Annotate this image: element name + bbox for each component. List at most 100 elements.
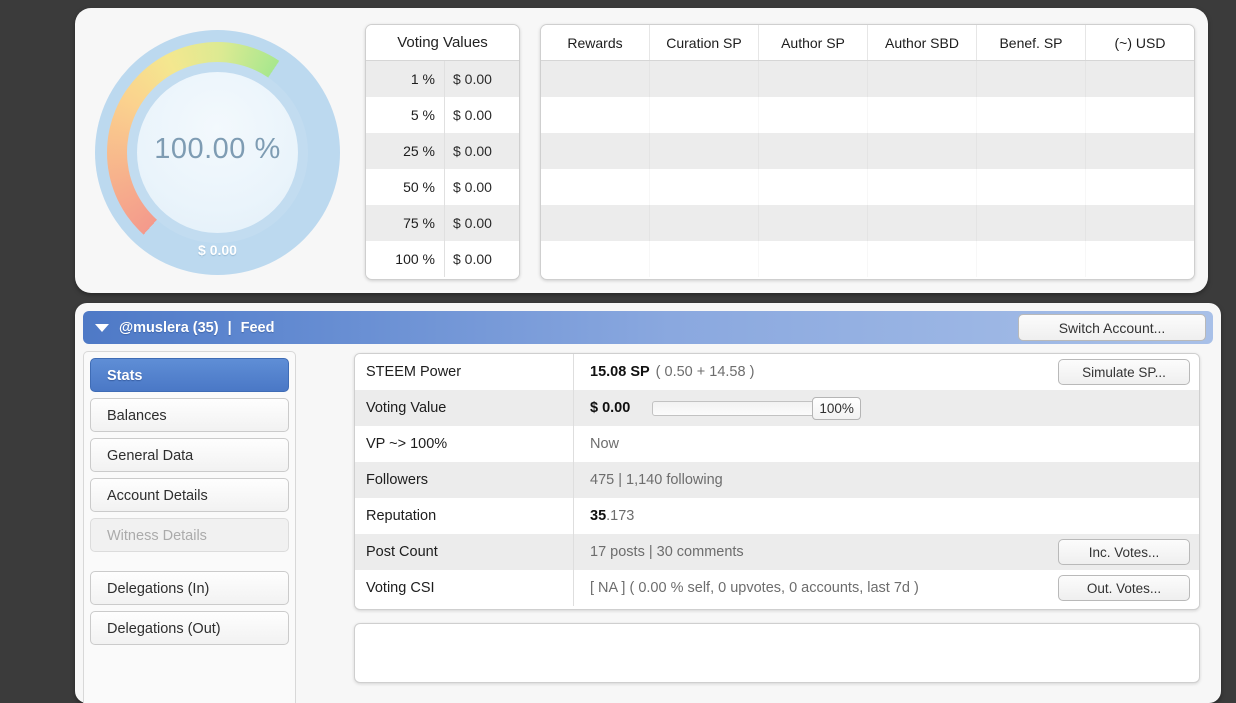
rewards-cell bbox=[867, 205, 976, 241]
stats-value-primary: 35 bbox=[590, 508, 607, 524]
rewards-cell bbox=[758, 97, 867, 133]
rewards-table: Rewards Curation SP Author SP Author SBD Ben… bbox=[540, 24, 1195, 280]
rewards-column-header[interactable]: Rewards bbox=[541, 25, 649, 60]
rewards-cell bbox=[649, 169, 758, 205]
rewards-cell bbox=[976, 241, 1085, 277]
rewards-cell bbox=[1085, 61, 1194, 97]
sidebar-item-delegations-in[interactable]: Delegations (In) bbox=[90, 571, 289, 605]
voting-values-percent: 75 % bbox=[403, 215, 435, 231]
stats-row: Reputation 35.173 bbox=[355, 498, 1199, 534]
rewards-cell bbox=[649, 97, 758, 133]
voting-values-percent: 100 % bbox=[395, 251, 435, 267]
rewards-cell bbox=[867, 97, 976, 133]
table-row[interactable] bbox=[541, 169, 1194, 205]
rewards-cell bbox=[1085, 133, 1194, 169]
stats-row: VP ~> 100% Now bbox=[355, 426, 1199, 462]
simulate-sp-button[interactable]: Simulate SP... bbox=[1058, 359, 1190, 385]
sidebar-item-stats[interactable]: Stats bbox=[90, 358, 289, 392]
account-sidebar: Stats Balances General Data Account Details… bbox=[83, 351, 296, 703]
rewards-column-header[interactable]: Benef. SP bbox=[976, 25, 1085, 60]
stats-row-value: $ 0.00 100% bbox=[574, 396, 1199, 420]
rewards-column-header[interactable]: Author SBD bbox=[867, 25, 976, 60]
voting-values-row: 100 % $ 0.00 bbox=[366, 241, 519, 277]
sidebar-item-witness-details: Witness Details bbox=[90, 518, 289, 552]
inc-votes-button[interactable]: Inc. Votes... bbox=[1058, 539, 1190, 565]
rewards-cell bbox=[541, 61, 649, 97]
voting-values-percent: 5 % bbox=[410, 107, 435, 123]
stats-table: STEEM Power 15.08 SP ( 0.50 + 14.58 ) Simul… bbox=[354, 353, 1200, 610]
rewards-cell bbox=[541, 97, 649, 133]
summary-panel: 100.00 % $ 0.00 Voting Values 1 % $ 0.00 5… bbox=[75, 8, 1208, 293]
stats-row-label: Voting Value bbox=[355, 390, 574, 426]
table-row[interactable] bbox=[541, 97, 1194, 133]
rewards-cell bbox=[649, 133, 758, 169]
stats-row-label: Voting CSI bbox=[355, 570, 574, 606]
stats-row-label: VP ~> 100% bbox=[355, 426, 574, 462]
stats-row-value: Now bbox=[574, 436, 1199, 452]
rewards-cell bbox=[541, 241, 649, 277]
rewards-table-body bbox=[541, 61, 1194, 277]
voting-values-amount: $ 0.00 bbox=[444, 205, 519, 241]
voting-values-title: Voting Values bbox=[366, 25, 519, 61]
rewards-cell bbox=[1085, 169, 1194, 205]
voting-values-row: 25 % $ 0.00 bbox=[366, 133, 519, 169]
stats-value-primary: $ 0.00 bbox=[590, 400, 631, 416]
rewards-cell bbox=[867, 241, 976, 277]
voting-values-row: 5 % $ 0.00 bbox=[366, 97, 519, 133]
stats-value-secondary: .173 bbox=[606, 508, 635, 524]
rewards-column-header[interactable]: Author SP bbox=[758, 25, 867, 60]
rewards-cell bbox=[541, 205, 649, 241]
stats-row: STEEM Power 15.08 SP ( 0.50 + 14.58 ) Simul… bbox=[355, 354, 1199, 390]
voting-values-percent: 50 % bbox=[403, 179, 435, 195]
voting-values-amount: $ 0.00 bbox=[444, 97, 519, 133]
rewards-cell bbox=[976, 97, 1085, 133]
stats-value-primary: 15.08 SP bbox=[590, 364, 650, 380]
gauge-inner-disc: 100.00 % bbox=[137, 72, 298, 233]
slider-track[interactable] bbox=[652, 400, 821, 416]
slider-thumb[interactable]: 100% bbox=[812, 396, 861, 420]
table-row[interactable] bbox=[541, 61, 1194, 97]
rewards-cell bbox=[758, 133, 867, 169]
voting-values-percent: 25 % bbox=[403, 143, 435, 159]
rewards-cell bbox=[649, 205, 758, 241]
stats-row: Voting CSI [ NA ] ( 0.00 % self, 0 upvote… bbox=[355, 570, 1199, 606]
account-header-bar[interactable]: @muslera (35) | Feed Switch Account... bbox=[83, 311, 1213, 344]
voting-power-gauge: 100.00 % $ 0.00 bbox=[95, 30, 340, 275]
stats-row: Voting Value $ 0.00 100% bbox=[355, 390, 1199, 426]
stats-row: Post Count 17 posts | 30 comments Inc. Vot… bbox=[355, 534, 1199, 570]
rewards-column-header[interactable]: (~) USD bbox=[1085, 25, 1194, 60]
voting-values-percent: 1 % bbox=[410, 71, 435, 87]
stats-value-secondary: 17 posts | 30 comments bbox=[590, 544, 744, 560]
sidebar-item-delegations-out[interactable]: Delegations (Out) bbox=[90, 611, 289, 645]
table-row[interactable] bbox=[541, 241, 1194, 277]
voting-values-row: 1 % $ 0.00 bbox=[366, 61, 519, 97]
stats-value-secondary: 475 | 1,140 following bbox=[590, 472, 723, 488]
table-row[interactable] bbox=[541, 133, 1194, 169]
voting-values-amount: $ 0.00 bbox=[444, 61, 519, 97]
table-row[interactable] bbox=[541, 205, 1194, 241]
rewards-cell bbox=[758, 169, 867, 205]
sidebar-item-account-details[interactable]: Account Details bbox=[90, 478, 289, 512]
voting-values-amount: $ 0.00 bbox=[444, 241, 519, 277]
rewards-cell bbox=[649, 61, 758, 97]
rewards-table-header: Rewards Curation SP Author SP Author SBD Ben… bbox=[541, 25, 1194, 61]
out-votes-button[interactable]: Out. Votes... bbox=[1058, 575, 1190, 601]
rewards-column-header[interactable]: Curation SP bbox=[649, 25, 758, 60]
voting-values-body: 1 % $ 0.00 5 % $ 0.00 25 % $ 0.00 50 % $ 0.00 75… bbox=[366, 61, 519, 277]
stats-row-label: Post Count bbox=[355, 534, 574, 570]
rewards-cell bbox=[1085, 241, 1194, 277]
rewards-cell bbox=[758, 61, 867, 97]
voting-value-slider[interactable]: 100% bbox=[652, 396, 861, 420]
stats-value-secondary: Now bbox=[590, 436, 620, 452]
voting-values-row: 50 % $ 0.00 bbox=[366, 169, 519, 205]
rewards-cell bbox=[758, 241, 867, 277]
voting-values-amount: $ 0.00 bbox=[444, 133, 519, 169]
rewards-cell bbox=[976, 205, 1085, 241]
account-panel: @muslera (35) | Feed Switch Account... S… bbox=[75, 303, 1221, 703]
account-feed-label: Feed bbox=[240, 319, 275, 336]
sidebar-item-balances[interactable]: Balances bbox=[90, 398, 289, 432]
stats-value-secondary: ( 0.50 + 14.58 ) bbox=[655, 364, 755, 380]
switch-account-button[interactable]: Switch Account... bbox=[1018, 314, 1206, 341]
sidebar-item-general-data[interactable]: General Data bbox=[90, 438, 289, 472]
caret-down-icon[interactable] bbox=[95, 323, 109, 332]
